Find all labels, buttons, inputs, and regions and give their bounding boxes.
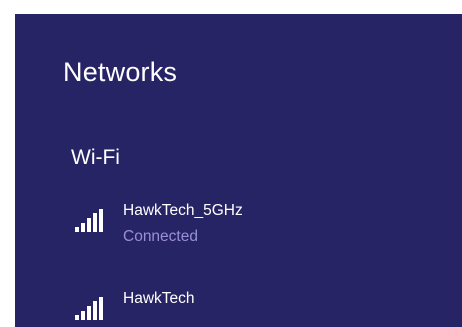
networks-panel: Networks Wi-Fi HawkTech_5GHz Connected H… — [15, 14, 462, 327]
wifi-section-label: Wi-Fi — [71, 146, 120, 169]
network-status: Connected — [123, 228, 198, 245]
network-item-hawktech[interactable]: HawkTech — [75, 288, 435, 327]
page-title: Networks — [63, 57, 178, 87]
network-name: HawkTech_5GHz — [123, 202, 243, 219]
wifi-signal-icon — [75, 209, 111, 233]
network-name: HawkTech — [123, 290, 195, 307]
wifi-signal-icon — [75, 297, 111, 321]
network-item-hawktech-5ghz[interactable]: HawkTech_5GHz Connected — [75, 200, 435, 245]
